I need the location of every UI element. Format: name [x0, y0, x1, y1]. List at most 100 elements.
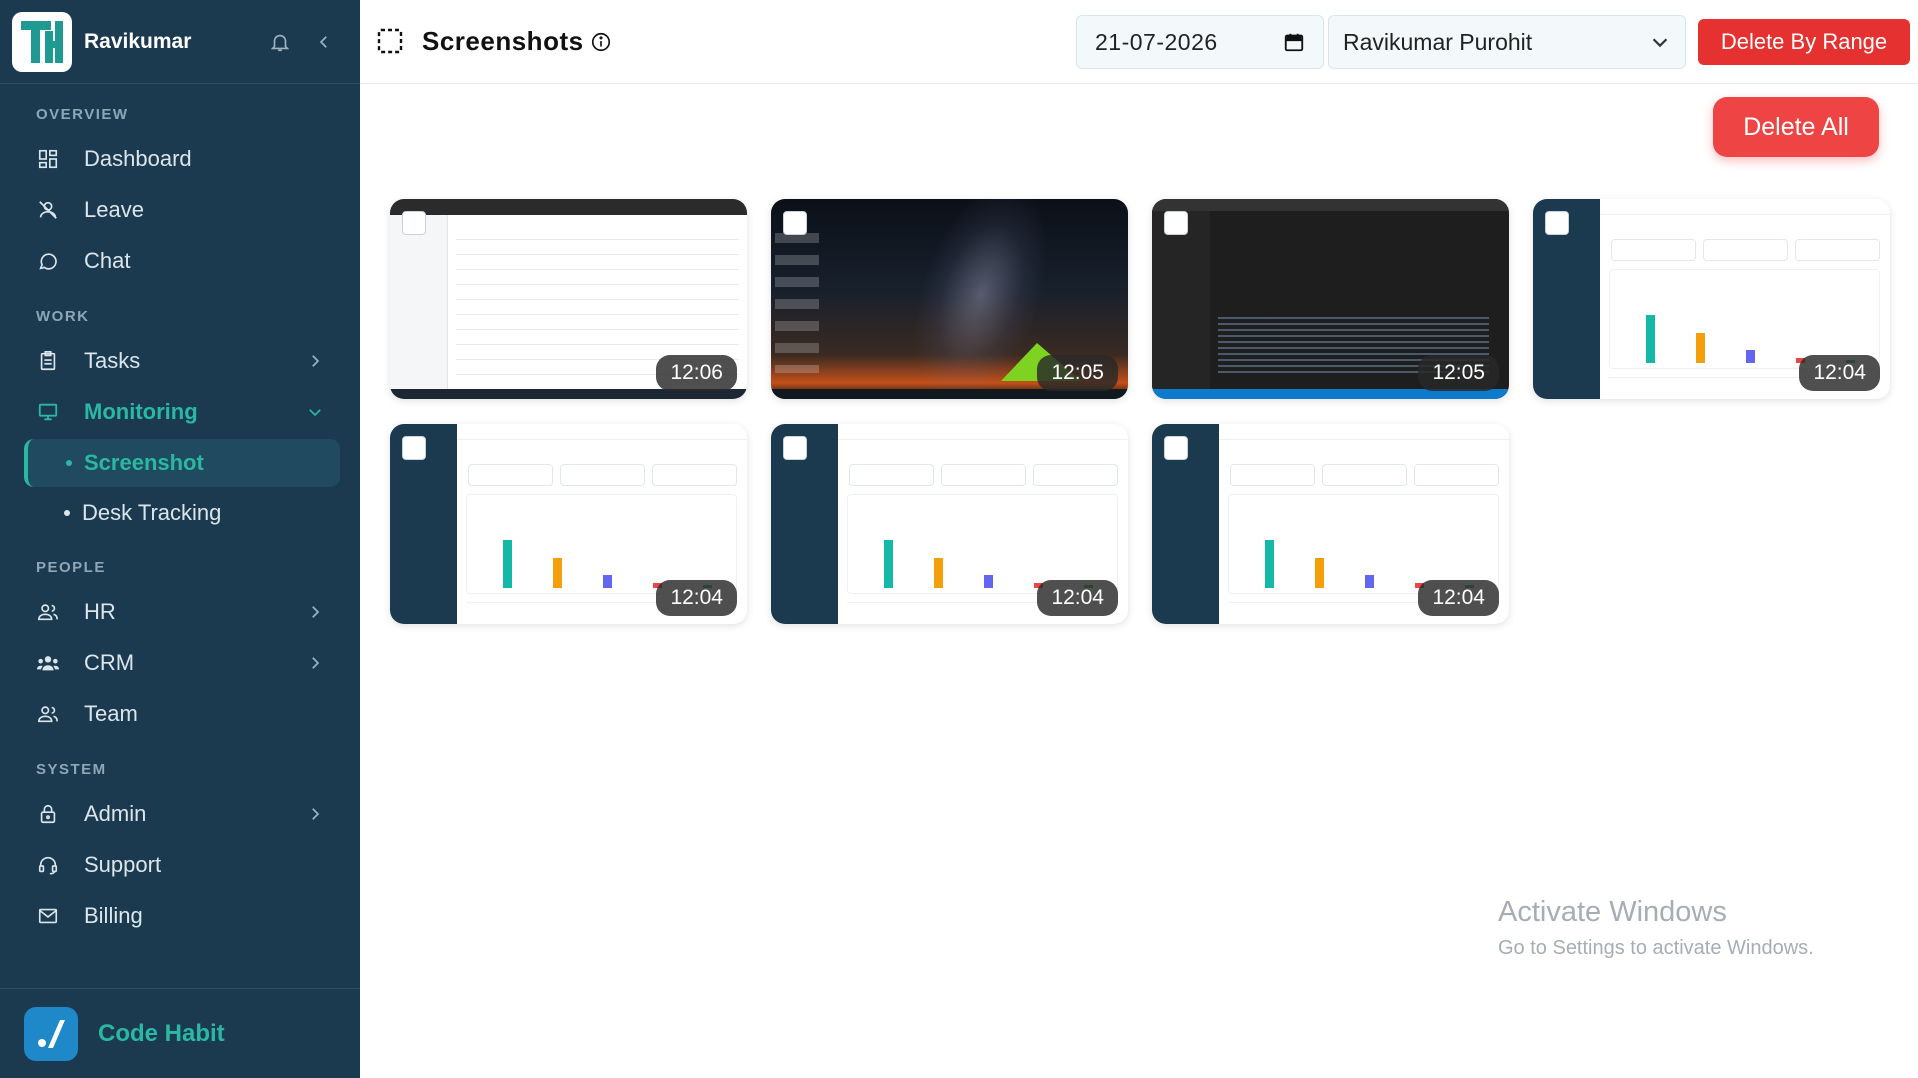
screenshot-card[interactable]: 12:05 [771, 199, 1128, 399]
sidebar-item-chat[interactable]: Chat [0, 235, 360, 286]
sidebar-item-tasks[interactable]: Tasks [0, 335, 360, 386]
sidebar-item-label: Chat [84, 247, 131, 273]
bullet-dot [66, 460, 72, 466]
delete-all-button[interactable]: Delete All [1713, 97, 1879, 157]
select-checkbox[interactable] [402, 436, 426, 460]
windows-activation-watermark: Activate Windows Go to Settings to activ… [1498, 896, 1814, 960]
sidebar-subitem-desk-tracking[interactable]: Desk Tracking [26, 489, 340, 537]
screenshot-card[interactable]: 12:05 [1152, 199, 1509, 399]
thumb-bar [934, 558, 943, 588]
thumb-row [456, 254, 739, 255]
screenshot-card[interactable]: 12:04 [1152, 424, 1509, 624]
brand-logo [12, 11, 72, 72]
calendar-icon[interactable] [1283, 31, 1305, 53]
chevron-down-icon [1652, 38, 1668, 48]
screenshot-time: 12:05 [1037, 355, 1118, 391]
screenshot-time: 12:04 [1037, 580, 1118, 616]
thumb-file-tree [1152, 211, 1210, 389]
thumb-stat [941, 464, 1026, 486]
thumb-row [456, 299, 739, 300]
chat-bubble-icon [36, 249, 60, 273]
date-picker-input[interactable]: 21-07-2026 [1076, 15, 1324, 69]
sidebar-subitem-screenshot[interactable]: Screenshot [24, 439, 340, 487]
thumb-row [456, 314, 739, 315]
bell-icon[interactable] [262, 24, 298, 60]
thumb-topbar [1219, 424, 1509, 440]
select-checkbox[interactable] [1545, 211, 1569, 235]
select-checkbox[interactable] [783, 436, 807, 460]
screenshot-card[interactable]: 12:04 [1533, 199, 1890, 399]
headset-icon [36, 853, 60, 877]
thumb-bar [1696, 333, 1705, 363]
team-icon [36, 702, 60, 726]
user-select-value: Ravikumar Purohit [1343, 28, 1533, 55]
screenshot-time: 12:04 [1799, 355, 1880, 391]
user-select[interactable]: Ravikumar Purohit [1328, 15, 1686, 69]
sidebar-item-billing[interactable]: Billing [0, 890, 360, 941]
sidebar-item-support[interactable]: Support [0, 839, 360, 890]
users-icon [36, 600, 60, 624]
thumb-stat [1033, 464, 1118, 486]
thumb-topbar [457, 424, 747, 440]
screenshot-card[interactable]: 12:04 [390, 424, 747, 624]
sidebar-item-label: HR [84, 598, 116, 624]
sidebar: Ravikumar OVERVIEW Dashboard Leave Chat [0, 0, 360, 1078]
sidebar-item-label: Support [84, 851, 162, 877]
sidebar-item-monitoring[interactable]: Monitoring [0, 386, 360, 437]
sidebar-item-dashboard[interactable]: Dashboard [0, 133, 360, 184]
select-checkbox[interactable] [783, 211, 807, 235]
sidebar-brand: Ravikumar [0, 0, 360, 84]
sidebar-item-hr[interactable]: HR [0, 586, 360, 637]
thumb-stat [1322, 464, 1407, 486]
section-label-work: WORK [36, 308, 90, 325]
thumb-sidebar [390, 215, 448, 389]
sidebar-item-leave[interactable]: Leave [0, 184, 360, 235]
thumb-topbar [1600, 199, 1890, 215]
thumb-bar [553, 558, 562, 588]
sidebar-item-admin[interactable]: Admin [0, 788, 360, 839]
sidebar-item-label: Tasks [84, 347, 141, 373]
select-checkbox[interactable] [1164, 436, 1188, 460]
thumb-stat [468, 464, 553, 486]
chevron-right-icon [312, 656, 320, 669]
thumb-row [456, 344, 739, 345]
sidebar-item-label: Billing [84, 902, 143, 928]
monitor-icon [36, 400, 60, 424]
sidebar-item-label: Monitoring [84, 398, 198, 424]
sidebar-nav: OVERVIEW Dashboard Leave Chat WORK Tasks [0, 84, 360, 941]
thumb-bar [603, 575, 612, 588]
sidebar-item-crm[interactable]: CRM [0, 637, 360, 688]
delete-by-range-button[interactable]: Delete By Range [1698, 19, 1910, 65]
group-icon [36, 651, 60, 675]
grid-icon [36, 147, 60, 171]
code-habit-logo [24, 1006, 78, 1061]
thumb-bar [1365, 575, 1374, 588]
sidebar-footer: Code Habit [0, 988, 360, 1078]
screenshot-card[interactable]: 12:06 [390, 199, 747, 399]
select-checkbox[interactable] [402, 211, 426, 235]
thumb-bar [1646, 315, 1655, 363]
bullet-dot [64, 510, 70, 516]
sidebar-item-label: Team [84, 700, 138, 726]
thumb-bar [1265, 540, 1274, 588]
screenshot-time: 12:05 [1418, 355, 1499, 391]
thumb-stat [1795, 239, 1880, 261]
collapse-chevron-icon[interactable] [306, 24, 342, 60]
thumb-titlebar [1152, 199, 1509, 211]
section-label-overview: OVERVIEW [36, 106, 129, 123]
thumb-row [456, 239, 739, 240]
section-label-system: SYSTEM [36, 761, 107, 778]
screenshot-time: 12:04 [656, 580, 737, 616]
info-icon[interactable] [590, 31, 612, 53]
sidebar-item-team[interactable]: Team [0, 688, 360, 739]
sidebar-item-label: Dashboard [84, 145, 192, 171]
page-title: Screenshots [422, 26, 584, 56]
screenshot-card[interactable]: 12:04 [771, 424, 1128, 624]
screenshot-time: 12:04 [1418, 580, 1499, 616]
thumb-titlebar [390, 199, 747, 215]
page-header: Screenshots 21-07-2026 Ravikumar Purohit… [360, 0, 1918, 84]
footer-brand-name: Code Habit [98, 1019, 225, 1047]
screenshot-selection-icon [377, 28, 403, 53]
section-label-people: PEOPLE [36, 559, 106, 576]
select-checkbox[interactable] [1164, 211, 1188, 235]
